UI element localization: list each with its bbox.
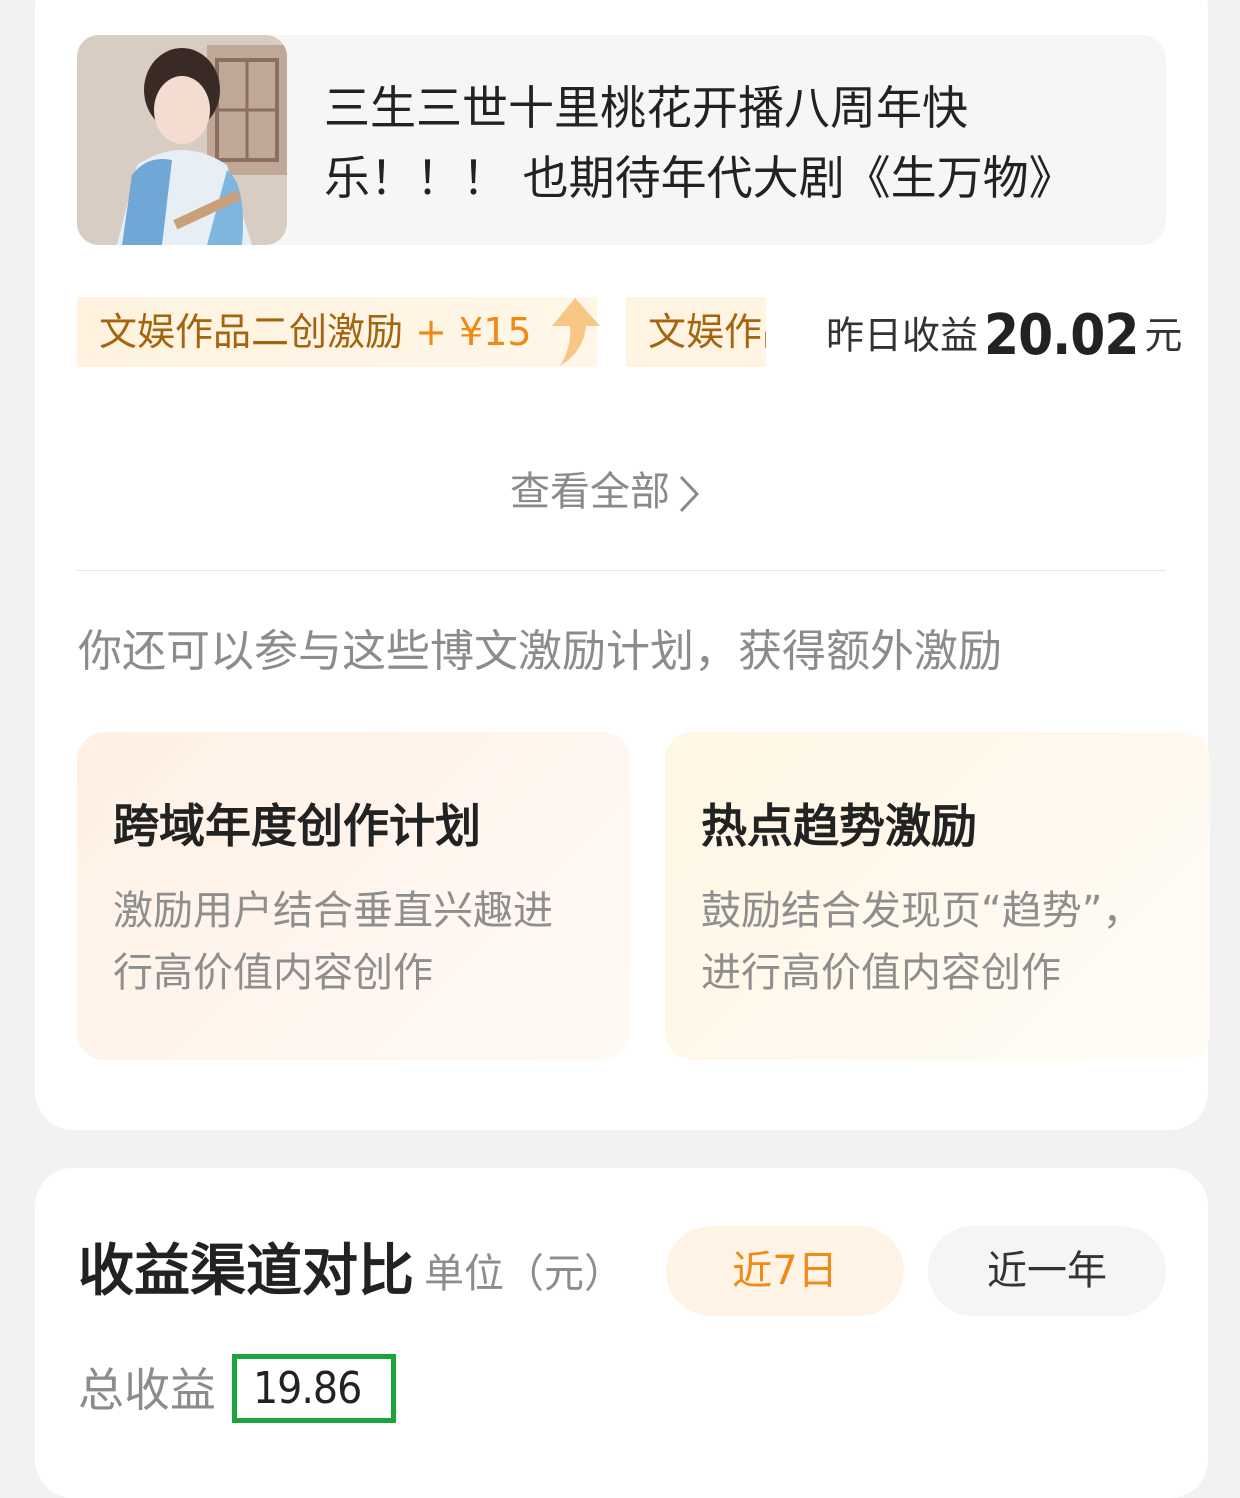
post-title: 三生三世十里桃花开播八周年快乐！！！ 也期待年代大剧《生万物》 bbox=[324, 81, 1075, 205]
scroll-fade bbox=[760, 290, 810, 375]
plan-name: 热点趋势激励 bbox=[701, 799, 977, 853]
plan-card-trending[interactable]: 热点趋势激励 鼓励结合发现页“趋势”，进行高价值内容创作 bbox=[665, 732, 1210, 1060]
incentive-tag[interactable]: 文娱作品二创激励 + ¥15 bbox=[77, 297, 597, 367]
view-all-label: 查看全部 bbox=[510, 469, 670, 515]
tag-label: 文娱作品二创激励 bbox=[99, 310, 416, 354]
total-earnings-value: 19.86 bbox=[253, 1363, 362, 1414]
channel-title: 收益渠道对比 bbox=[78, 1239, 414, 1304]
yesterday-label: 昨日收益 bbox=[826, 313, 979, 358]
total-earnings-label: 总收益 bbox=[78, 1363, 216, 1417]
plan-desc: 激励用户结合垂直兴趣进行高价值内容创作 bbox=[113, 888, 553, 996]
post-thumbnail bbox=[77, 35, 287, 245]
arrow-up-icon bbox=[552, 298, 600, 366]
tag-reward: + ¥15 bbox=[415, 310, 532, 354]
yesterday-earnings: 昨日收益 20.02 元 bbox=[826, 300, 1182, 370]
incentive-tag-2[interactable]: 文娱作品二创激励 bbox=[626, 297, 766, 367]
total-earnings-highlight: 19.86 bbox=[232, 1354, 396, 1423]
plan-name: 跨域年度创作计划 bbox=[113, 799, 481, 853]
channel-card bbox=[35, 1168, 1208, 1498]
tab-1-year[interactable]: 近一年 bbox=[928, 1226, 1166, 1316]
tag-label-2: 文娱作品二创激励 bbox=[648, 310, 766, 354]
post-item[interactable]: 三生三世十里桃花开播八周年快乐！！！ 也期待年代大剧《生万物》 bbox=[77, 35, 1166, 245]
yesterday-unit: 元 bbox=[1144, 313, 1183, 358]
extra-plans-title: 你还可以参与这些博文激励计划，获得额外激励 bbox=[78, 626, 1002, 677]
yesterday-amount: 20.02 bbox=[984, 302, 1139, 368]
divider bbox=[77, 570, 1166, 571]
plan-card-cross-domain[interactable]: 跨域年度创作计划 激励用户结合垂直兴趣进行高价值内容创作 bbox=[77, 732, 630, 1060]
tab-7-days[interactable]: 近7日 bbox=[666, 1226, 904, 1316]
view-all-link[interactable]: 查看全部 bbox=[510, 462, 700, 522]
plan-desc: 鼓励结合发现页“趋势”，进行高价值内容创作 bbox=[701, 888, 1143, 996]
chevron-right-icon bbox=[679, 475, 700, 513]
channel-unit: 单位（元） bbox=[424, 1251, 624, 1297]
